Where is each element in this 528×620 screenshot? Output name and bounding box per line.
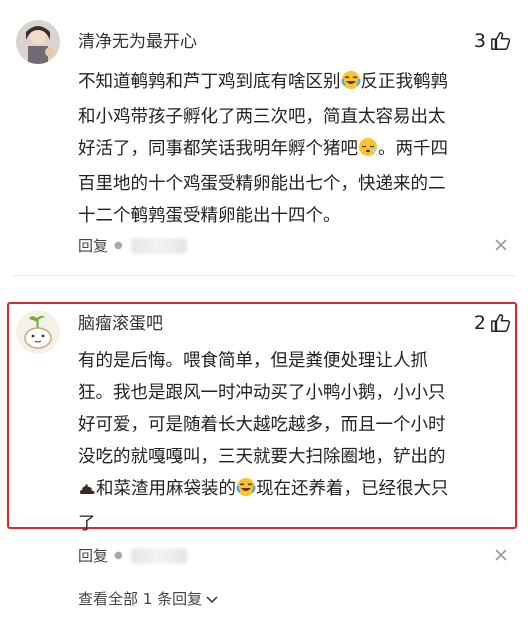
close-icon[interactable]	[492, 546, 510, 564]
blurred-timestamp	[130, 237, 187, 254]
comment-username[interactable]: 脑瘤滚蛋吧	[78, 313, 163, 335]
thumbs-up-icon[interactable]	[490, 312, 512, 334]
comment-text: 现在还养着，已经很大只	[256, 479, 449, 499]
comment-text: 百里地的十个鸡蛋受精卵能出七个，快递来的二	[78, 174, 446, 194]
poop-emoji	[78, 476, 96, 508]
reply-row: 回复 ●	[78, 545, 187, 566]
avatar[interactable]	[16, 310, 60, 354]
comment-text: 反正我鹌鹑	[360, 72, 449, 92]
chevron-down-icon	[206, 595, 218, 603]
comment-text: 不知道鹌鹑和芦丁鸡到底有啥区别	[78, 72, 341, 92]
like-count[interactable]: 3	[474, 30, 512, 52]
like-count[interactable]: 2	[474, 312, 512, 334]
reply-button[interactable]: 回复	[78, 235, 108, 256]
comment-text: 狂。我也是跟风一时冲动买了小鸭小鹅，小小只	[78, 383, 446, 403]
like-count-value: 3	[473, 30, 486, 52]
reply-button[interactable]: 回复	[78, 545, 108, 566]
close-icon[interactable]	[492, 236, 510, 254]
view-all-replies-link[interactable]: 查看全部 1 条回复	[78, 588, 219, 609]
crying-laughing-emoji	[236, 476, 256, 508]
comment-text: 。两千四	[378, 139, 448, 159]
comment-text: 和小鸡带孩子孵化了两三次吧，简直太容易出太	[78, 107, 446, 127]
comment-text: 好可爱，可是随着长大越吃越多，而且一个小时	[78, 415, 446, 435]
comment-text: 十二个鹌鹑蛋受精卵能出十四个。	[78, 206, 341, 226]
separator-dot: ●	[114, 550, 123, 561]
crying-laughing-emoji	[341, 69, 361, 101]
separator-dot: ●	[114, 240, 123, 251]
comment-username[interactable]: 清净无为最开心	[78, 31, 197, 53]
comment-text: 好活了，同事都笑话我明年孵个猪吧	[78, 139, 358, 159]
reply-row: 回复 ●	[78, 235, 187, 256]
comment-text: 有的是后悔。喂食简单，但是粪便处理让人抓	[78, 351, 428, 371]
comment-body: 不知道鹌鹑和芦丁鸡到底有啥区别 反正我鹌鹑 和小鸡带孩子孵化了两三次吧，简直太容易…	[78, 66, 518, 232]
blurred-timestamp	[130, 547, 187, 564]
comment-text: 没吃的就嘎嘎叫，三天就要大扫除圈地，铲出的	[78, 447, 446, 467]
avatar[interactable]	[16, 20, 60, 64]
comment-text: 了	[78, 514, 96, 534]
divider	[12, 275, 516, 276]
sleepy-emoji	[358, 136, 378, 168]
comment-text: 和菜渣用麻袋装的	[96, 479, 236, 499]
comment-body: 有的是后悔。喂食简单，但是粪便处理让人抓 狂。我也是跟风一时冲动买了小鸭小鹅，小…	[78, 345, 508, 540]
like-count-value: 2	[473, 312, 486, 334]
view-all-replies-label: 查看全部 1 条回复	[78, 590, 203, 608]
thumbs-up-icon[interactable]	[490, 30, 512, 52]
